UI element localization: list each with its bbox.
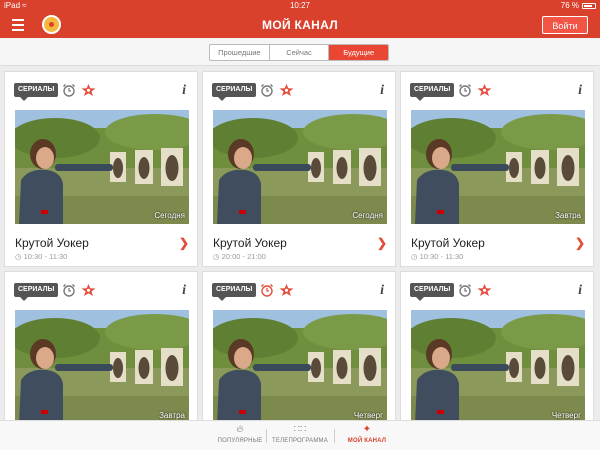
channel-star-icon[interactable] (278, 283, 295, 297)
info-icon[interactable]: i (380, 283, 384, 299)
clock: 10:27 (289, 1, 311, 10)
star-icon: ✦ (362, 424, 372, 435)
shooting-range-image (213, 310, 387, 420)
program-title: Крутой Уокер (411, 236, 485, 250)
category-badge: СЕРИАЛЫ (410, 83, 455, 101)
login-button[interactable]: Войти (542, 16, 588, 34)
bottom-tab-bar: 🔥︎ ПОПУЛЯРНЫЕ ∷∷ ТЕЛЕПРОГРАММА ✦ МОЙ КАН… (0, 420, 600, 450)
program-thumbnail[interactable]: Завтра (411, 110, 585, 224)
program-time: ◷ 10:30 - 11:30 (411, 252, 464, 261)
battery-indicator: 76 % (561, 0, 596, 12)
program-time: ◷ 10:30 - 11:30 (15, 252, 68, 261)
air-day-label: Завтра (159, 411, 185, 420)
channel-star-icon[interactable] (80, 283, 97, 297)
program-thumbnail[interactable]: Сегодня (15, 110, 189, 224)
info-icon[interactable]: i (182, 83, 186, 99)
program-card[interactable]: СЕРИАЛЫ i (202, 271, 396, 420)
air-day-label: Сегодня (352, 211, 383, 220)
app-header: МОЙ КАНАЛ Войти (0, 12, 600, 38)
program-grid: СЕРИАЛЫ i Сегодня Крутой Уокер ◷ 10:30 -… (0, 66, 600, 420)
card-toolbar: СЕРИАЛЫ i (212, 283, 386, 301)
category-badge: СЕРИАЛЫ (14, 83, 59, 101)
status-bar: iPad ≈ 10:27 76 % (0, 0, 600, 12)
program-card[interactable]: СЕРИАЛЫ i (4, 271, 198, 420)
program-title: Крутой Уокер (15, 236, 89, 250)
shooting-range-image (15, 110, 189, 224)
air-day-label: Четверг (551, 411, 581, 420)
battery-icon (582, 3, 596, 9)
alarm-clock-icon[interactable] (62, 83, 76, 97)
category-badge: СЕРИАЛЫ (14, 283, 59, 301)
program-thumbnail[interactable]: Сегодня (213, 110, 387, 224)
card-toolbar: СЕРИАЛЫ i (14, 283, 188, 301)
alarm-clock-icon[interactable] (260, 83, 274, 97)
segment-past[interactable]: Прошедшие (210, 45, 270, 60)
page-title: МОЙ КАНАЛ (262, 18, 338, 32)
chevron-right-icon[interactable]: ❯ (575, 236, 585, 250)
program-card[interactable]: СЕРИАЛЫ i (4, 71, 198, 267)
air-day-label: Завтра (555, 211, 581, 220)
info-icon[interactable]: i (578, 83, 582, 99)
info-icon[interactable]: i (578, 283, 582, 299)
tab-tv-guide[interactable]: ∷∷ ТЕЛЕПРОГРАММА (265, 424, 335, 444)
air-day-label: Сегодня (154, 211, 185, 220)
shooting-range-image (411, 310, 585, 420)
program-card[interactable]: СЕРИАЛЫ i (400, 271, 594, 420)
card-toolbar: СЕРИАЛЫ i (212, 83, 386, 101)
alarm-clock-icon[interactable] (260, 283, 274, 297)
segment-now[interactable]: Сейчас (270, 45, 330, 60)
info-icon[interactable]: i (380, 83, 384, 99)
air-day-label: Четверг (353, 411, 383, 420)
channel-star-icon[interactable] (278, 83, 295, 97)
program-title: Крутой Уокер (213, 236, 287, 250)
card-toolbar: СЕРИАЛЫ i (410, 283, 584, 301)
chevron-right-icon[interactable]: ❯ (179, 236, 189, 250)
channel-star-icon[interactable] (476, 283, 493, 297)
tab-my-channel[interactable]: ✦ МОЙ КАНАЛ (332, 424, 402, 444)
shooting-range-image (15, 310, 189, 420)
alarm-clock-icon[interactable] (62, 283, 76, 297)
card-toolbar: СЕРИАЛЫ i (410, 83, 584, 101)
category-badge: СЕРИАЛЫ (212, 83, 257, 101)
alarm-clock-icon[interactable] (458, 283, 472, 297)
card-toolbar: СЕРИАЛЫ i (14, 83, 188, 101)
program-time: ◷ 20:00 - 21:00 (213, 252, 266, 261)
filter-bar: Прошедшие Сейчас Будущие (0, 38, 600, 66)
alarm-clock-icon[interactable] (458, 83, 472, 97)
channel-star-icon[interactable] (80, 83, 97, 97)
info-icon[interactable]: i (182, 283, 186, 299)
program-thumbnail[interactable]: Завтра (15, 310, 189, 420)
category-badge: СЕРИАЛЫ (212, 283, 257, 301)
segment-future[interactable]: Будущие (329, 45, 388, 60)
clock-icon: ◷ (15, 252, 22, 261)
shooting-range-image (213, 110, 387, 224)
program-card[interactable]: СЕРИАЛЫ i (400, 71, 594, 267)
clock-icon: ◷ (213, 252, 220, 261)
grid-icon: ∷∷ (293, 424, 307, 435)
program-thumbnail[interactable]: Четверг (213, 310, 387, 420)
time-filter-segmented-control: Прошедшие Сейчас Будущие (209, 44, 389, 61)
chevron-right-icon[interactable]: ❯ (377, 236, 387, 250)
program-card[interactable]: СЕРИАЛЫ i (202, 71, 396, 267)
category-badge: СЕРИАЛЫ (410, 283, 455, 301)
shooting-range-image (411, 110, 585, 224)
channel-star-icon[interactable] (476, 83, 493, 97)
clock-icon: ◷ (411, 252, 418, 261)
program-thumbnail[interactable]: Четверг (411, 310, 585, 420)
